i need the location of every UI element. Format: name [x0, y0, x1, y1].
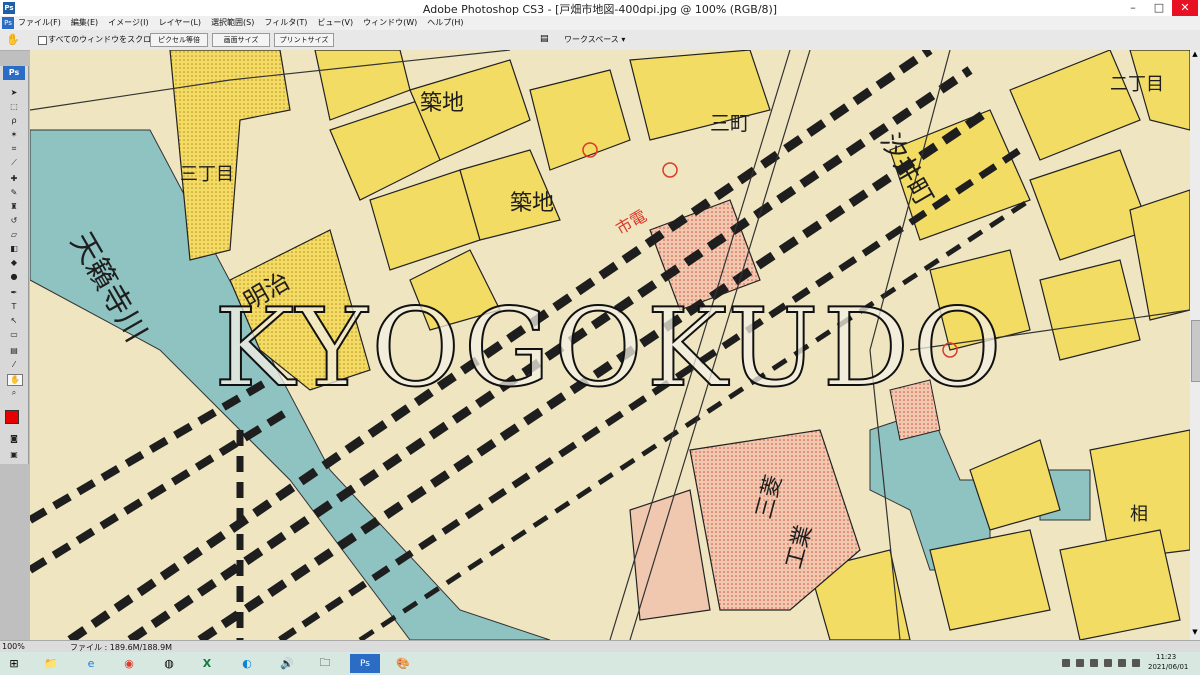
clock-time[interactable]: 11:23	[1156, 653, 1176, 661]
zoom-level[interactable]: 100%	[2, 642, 25, 651]
actual-pixels-button[interactable]: ピクセル等倍	[150, 33, 208, 47]
menu-image[interactable]: イメージ(I)	[108, 16, 148, 30]
window-title: Adobe Photoshop CS3 - [戸畑市地図-400dpi.jpg …	[422, 3, 778, 16]
clock-date[interactable]: 2021/06/01	[1148, 663, 1188, 671]
blur-tool-icon[interactable]: ◆	[7, 258, 21, 268]
internet-explorer-icon[interactable]: e	[76, 654, 106, 673]
watermark-text: KYOGOKUDO	[214, 286, 1005, 411]
city-block	[1059, 529, 1181, 640]
photoshop-menu-icon[interactable]: Ps	[2, 17, 14, 29]
path-select-icon[interactable]: ↖	[7, 316, 21, 326]
menu-select[interactable]: 選択範囲(S)	[211, 16, 254, 30]
scroll-thumb[interactable]	[1191, 320, 1200, 382]
vertical-scrollbar[interactable]: ▲ ▼	[1190, 50, 1200, 640]
workspace-menu[interactable]: ワークスペース ▾	[564, 34, 625, 45]
audio-icon[interactable]: 🔊	[272, 654, 302, 673]
shape-tool-icon[interactable]: ▭	[7, 330, 21, 340]
foreground-color-swatch[interactable]	[5, 410, 19, 424]
dodge-tool-icon[interactable]: ●	[7, 272, 21, 282]
network-icon[interactable]	[1062, 659, 1070, 667]
menu-file[interactable]: ファイル(F)	[18, 16, 61, 30]
screen-mode-icon[interactable]: ▣	[7, 450, 21, 460]
label-sanmachi: 三町	[710, 111, 750, 135]
close-button[interactable]: ✕	[1172, 0, 1198, 16]
menu-items: ファイル(F) 編集(E) イメージ(I) レイヤー(L) 選択範囲(S) フィ…	[18, 16, 464, 30]
label-tsukiji: 築地	[420, 91, 464, 116]
map-image: 築地 築地 三丁目 天籟寺川 明治 市電 汐井町 三町 二丁目 相 三菱 工業 …	[30, 50, 1190, 640]
paint-icon[interactable]: 🎨	[388, 654, 418, 673]
file-explorer-icon[interactable]: 📁	[36, 654, 66, 673]
type-tool-icon[interactable]: T	[7, 302, 21, 312]
tools-panel: Ps ➤ ⬚ ρ ✶ ⌗ ⟋ ✚ ✎ ♜ ↺ ▱ ◧ ◆ ● ✒ T ↖ ▭ ▤…	[0, 66, 29, 464]
workspace-icon[interactable]: ▤	[540, 34, 554, 45]
menu-filter[interactable]: フィルタ(T)	[264, 16, 307, 30]
wifi-icon[interactable]	[1118, 659, 1126, 667]
menu-help[interactable]: ヘルプ(H)	[427, 16, 463, 30]
edge-icon[interactable]: ◐	[232, 654, 262, 673]
hand-tool-icon[interactable]: ✋	[6, 33, 20, 47]
firefox-icon[interactable]: ◍	[154, 654, 184, 673]
chrome-icon[interactable]: ◉	[114, 654, 144, 673]
move-tool-icon[interactable]: ➤	[7, 88, 21, 98]
volume-icon[interactable]	[1104, 659, 1112, 667]
label-nicho: 二丁目	[1110, 74, 1164, 95]
stamp-tool-icon[interactable]: ♜	[7, 202, 21, 212]
quick-mask-icon[interactable]: ◙	[7, 434, 21, 444]
fit-screen-button[interactable]: 画面サイズ	[212, 33, 270, 47]
menu-view[interactable]: ビュー(V)	[317, 16, 353, 30]
photoshop-taskbar-icon[interactable]: Ps	[350, 654, 380, 673]
pen-tool-icon[interactable]: ✒	[7, 288, 21, 298]
minimize-button[interactable]: –	[1120, 0, 1146, 16]
folder-icon[interactable]: 🗀	[310, 654, 340, 673]
label-sancho: 三丁目	[180, 164, 234, 185]
ime-icon[interactable]	[1132, 659, 1140, 667]
brush-tool-icon[interactable]: ✎	[7, 188, 21, 198]
lasso-tool-icon[interactable]: ρ	[7, 116, 21, 126]
marquee-tool-icon[interactable]: ⬚	[7, 102, 21, 112]
zoom-tool-icon[interactable]: ⌕	[7, 388, 21, 398]
label-sou: 相	[1130, 504, 1148, 525]
menu-bar: Ps ファイル(F) 編集(E) イメージ(I) レイヤー(L) 選択範囲(S)…	[0, 16, 1200, 30]
eraser-tool-icon[interactable]: ▱	[7, 230, 21, 240]
crop-tool-icon[interactable]: ⌗	[7, 144, 21, 154]
gradient-tool-icon[interactable]: ◧	[7, 244, 21, 254]
scroll-up-icon[interactable]: ▲	[1191, 50, 1199, 60]
notes-tool-icon[interactable]: ▤	[7, 346, 21, 356]
taskbar: ⊞ 📁 e ◉ ◍ X ◐ 🔊 🗀 Ps 🎨 11:23 2021/06/01	[0, 652, 1200, 675]
magic-wand-tool-icon[interactable]: ✶	[7, 130, 21, 140]
options-bar: ✋ すべてのウィンドウをスクロール ピクセル等倍 画面サイズ プリントサイズ ▤…	[0, 30, 1200, 51]
slice-tool-icon[interactable]: ⟋	[7, 158, 21, 168]
scroll-down-icon[interactable]: ▼	[1191, 628, 1199, 638]
menu-window[interactable]: ウィンドウ(W)	[363, 16, 417, 30]
battery-icon[interactable]	[1090, 659, 1098, 667]
menu-edit[interactable]: 編集(E)	[71, 16, 98, 30]
maximize-button[interactable]: □	[1146, 0, 1172, 16]
history-brush-icon[interactable]: ↺	[7, 216, 21, 226]
healing-brush-icon[interactable]: ✚	[7, 174, 21, 184]
title-bar: Ps Adobe Photoshop CS3 - [戸畑市地図-400dpi.j…	[0, 0, 1200, 17]
ps-logo-icon: Ps	[3, 66, 25, 80]
hand-tool-active-icon[interactable]: ✋	[7, 374, 23, 386]
eyedropper-tool-icon[interactable]: ⁄	[7, 360, 21, 370]
label-tsukiji-2: 築地	[510, 191, 554, 216]
scroll-all-checkbox[interactable]	[38, 36, 47, 45]
tray-app-icon[interactable]	[1076, 659, 1084, 667]
menu-layer[interactable]: レイヤー(L)	[159, 16, 201, 30]
excel-icon[interactable]: X	[192, 654, 222, 673]
print-size-button[interactable]: プリントサイズ	[274, 33, 334, 47]
start-button[interactable]: ⊞	[2, 654, 26, 673]
document-canvas[interactable]: 築地 築地 三丁目 天籟寺川 明治 市電 汐井町 三町 二丁目 相 三菱 工業 …	[30, 50, 1190, 640]
